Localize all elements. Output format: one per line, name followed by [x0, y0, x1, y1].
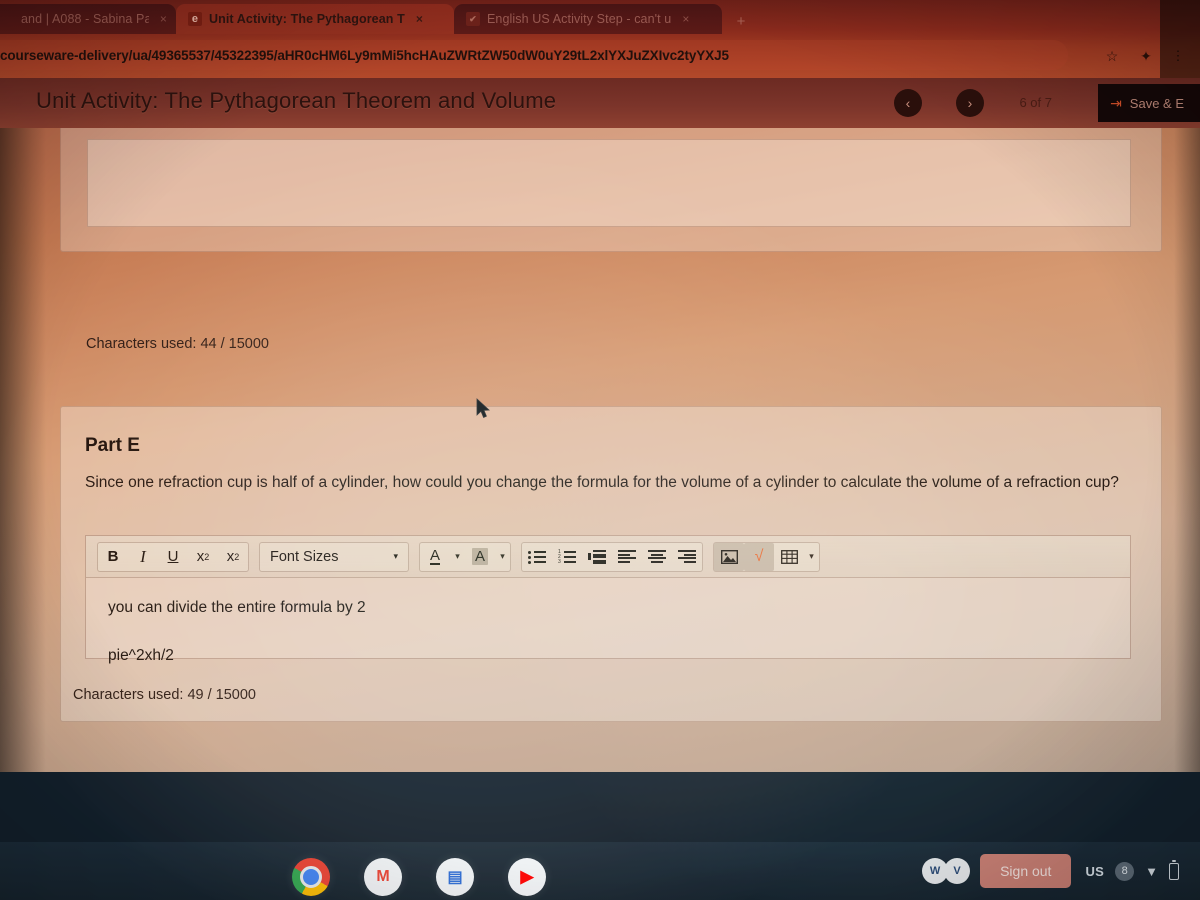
browser-tab-1[interactable]: and | A088 - Sabina Pan × — [0, 4, 176, 34]
tab-title: English US Activity Step - can't u — [487, 12, 672, 26]
text-color-button[interactable]: A — [420, 543, 450, 571]
window-chip[interactable]: V — [944, 858, 971, 884]
extensions-puzzle-icon[interactable]: ✦ — [1136, 46, 1156, 66]
screen-edge-shadow — [1160, 0, 1200, 78]
bold-button[interactable]: B — [98, 543, 128, 571]
highlight-color-button[interactable]: A — [465, 543, 495, 571]
superscript-button[interactable]: x2 — [188, 543, 218, 571]
tab-title: and | A088 - Sabina Pan — [21, 12, 149, 26]
shelf-status-area: W V Sign out US 8 ▼ — [922, 842, 1200, 900]
insert-image-icon[interactable] — [714, 542, 744, 571]
previous-part-card — [60, 128, 1162, 252]
toolbar-group-insert: √ ▾ — [713, 541, 820, 572]
url-text: courseware-delivery/ua/49365537/45322395… — [0, 47, 729, 63]
browser-tab-3[interactable]: ✔ English US Activity Step - can't u × — [454, 4, 722, 34]
system-status-tray[interactable]: US 8 ▼ — [1085, 860, 1200, 881]
rich-text-editor: B I U x2 x2 Font Sizes ▾ A ▾ A ▾ 1 2 3 √… — [85, 535, 1131, 664]
font-sizes-label: Font Sizes — [270, 548, 339, 565]
previous-characters-used: Characters used: 44 / 15000 — [86, 336, 269, 352]
highlight-color-chevron-down-icon[interactable]: ▾ — [495, 543, 510, 571]
characters-used: Characters used: 49 / 15000 — [73, 687, 256, 703]
page-indicator: 6 of 7 — [1019, 95, 1052, 110]
editor-line: you can divide the entire formula by 2 — [108, 599, 366, 616]
new-tab-button[interactable]: + — [728, 8, 754, 34]
editor-line: pie^2xh/2 — [108, 647, 174, 664]
align-center-icon[interactable] — [642, 543, 672, 571]
chevron-down-icon: ▾ — [393, 551, 398, 561]
battery-icon[interactable] — [1169, 860, 1179, 880]
tab-favicon: e — [188, 12, 202, 26]
tab-close-icon[interactable]: × — [682, 12, 689, 26]
keyboard-locale-indicator[interactable]: US — [1085, 864, 1104, 879]
insert-table-icon[interactable] — [774, 543, 804, 571]
chromeos-shelf: M ▤ ▶ W V Sign out US 8 ▼ — [0, 842, 1200, 900]
docs-icon[interactable]: ▤ — [436, 858, 474, 896]
toolbar-group-lists-align: 1 2 3 — [521, 541, 703, 572]
browser-tab-2-active[interactable]: e Unit Activity: The Pythagorean T × — [176, 4, 454, 34]
table-chevron-down-icon[interactable]: ▾ — [804, 543, 819, 571]
toolbar-group-font-sizes[interactable]: Font Sizes ▾ — [259, 541, 409, 572]
tab-favicon: ✔ — [466, 12, 480, 26]
previous-page-button[interactable]: ‹ — [894, 89, 922, 117]
image-glyph — [720, 549, 738, 564]
wifi-icon[interactable]: ▼ — [1145, 864, 1158, 879]
part-e-card: Part E Since one refraction cup is half … — [60, 406, 1162, 722]
align-right-icon[interactable] — [672, 543, 702, 571]
insert-math-equation-icon[interactable]: √ — [744, 542, 774, 571]
chrome-icon[interactable] — [292, 858, 330, 896]
editor-content-area[interactable]: you can divide the entire formula by 2 p… — [86, 578, 1130, 664]
address-bar[interactable]: courseware-delivery/ua/49365537/45322395… — [0, 40, 1068, 70]
text-color-chevron-down-icon[interactable]: ▾ — [450, 543, 465, 571]
notification-count-badge[interactable]: 8 — [1115, 861, 1135, 881]
save-and-exit-label: Save & E — [1129, 95, 1184, 111]
tab-favicon — [0, 12, 14, 26]
italic-button[interactable]: I — [128, 543, 158, 571]
subscript-button[interactable]: x2 — [218, 543, 248, 571]
underline-button[interactable]: U — [158, 543, 188, 571]
bookmark-star-icon[interactable]: ☆ — [1102, 46, 1122, 66]
next-page-button[interactable]: › — [956, 89, 984, 117]
part-label: Part E — [85, 435, 140, 456]
align-left-icon[interactable] — [612, 543, 642, 571]
save-and-exit-button[interactable]: ⇥ Save & E — [1098, 84, 1200, 122]
part-question-text: Since one refraction cup is half of a cy… — [85, 474, 1119, 491]
page-title: Unit Activity: The Pythagorean Theorem a… — [36, 88, 557, 113]
activity-header-bar: Unit Activity: The Pythagorean Theorem a… — [0, 78, 1200, 128]
bullet-list-icon[interactable] — [522, 543, 552, 571]
numbered-list-icon[interactable]: 1 2 3 — [552, 543, 582, 571]
shelf-app-icons: M ▤ ▶ — [292, 858, 546, 896]
tab-close-icon[interactable]: × — [416, 12, 423, 26]
browser-chrome: and | A088 - Sabina Pan × e Unit Activit… — [0, 0, 1200, 78]
tab-strip: and | A088 - Sabina Pan × e Unit Activit… — [0, 0, 1200, 34]
gmail-icon[interactable]: M — [364, 858, 402, 896]
toolbar-group-colors: A ▾ A ▾ — [419, 541, 511, 572]
exit-door-icon: ⇥ — [1110, 94, 1122, 111]
open-window-chips[interactable]: W V — [922, 858, 971, 884]
youtube-icon[interactable]: ▶ — [508, 858, 546, 896]
toolbar-group-text-style: B I U x2 x2 — [97, 541, 249, 572]
indent-icon[interactable] — [582, 543, 612, 571]
tab-title: Unit Activity: The Pythagorean T — [209, 12, 405, 26]
table-glyph — [780, 549, 798, 564]
chromebook-screen-photo: and | A088 - Sabina Pan × e Unit Activit… — [0, 0, 1200, 900]
previous-answer-editor[interactable] — [87, 139, 1131, 227]
editor-toolbar: B I U x2 x2 Font Sizes ▾ A ▾ A ▾ 1 2 3 √… — [86, 536, 1130, 578]
font-sizes-dropdown[interactable]: Font Sizes ▾ — [260, 543, 408, 571]
omnibox-row: courseware-delivery/ua/49365537/45322395… — [0, 34, 1200, 78]
tab-close-icon[interactable]: × — [160, 12, 167, 26]
activity-page-body: Characters used: 44 / 15000 Part E Since… — [0, 128, 1200, 772]
sign-out-button[interactable]: Sign out — [980, 854, 1072, 888]
